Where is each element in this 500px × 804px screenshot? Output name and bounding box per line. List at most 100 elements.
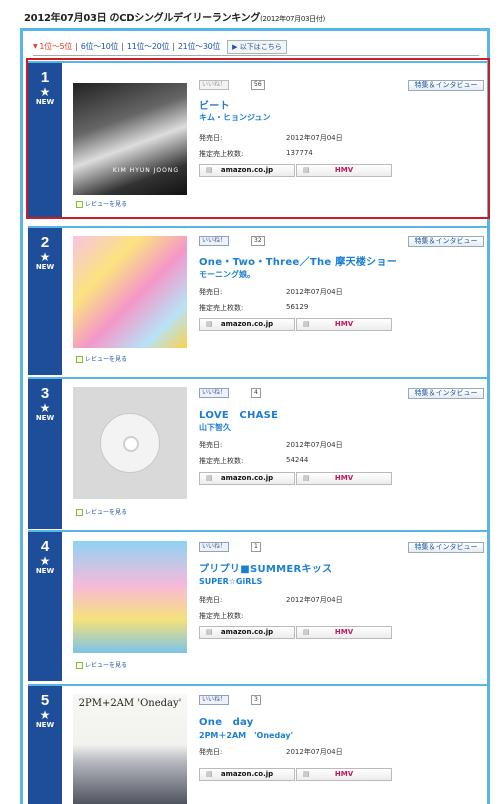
song-title-link[interactable]: LOVE CHASE [199, 406, 278, 421]
release-date-value: 2012年07月04日 [286, 441, 343, 449]
rank-number: 5 [40, 692, 50, 709]
amazon-button[interactable]: ▤ amazon.co.jp [199, 626, 295, 639]
rank-range-tabs: 1位～5位 | 6位～10位 | 11位～20位 | 21位～30位 ▶ 以下は… [33, 38, 479, 56]
shop-icon: ▤ [303, 770, 310, 778]
amazon-button[interactable]: ▤ amazon.co.jp [199, 768, 295, 781]
hmv-label: HMV [334, 474, 354, 482]
album-cover[interactable]: 2PM+2AM 'Oneday' [73, 694, 187, 804]
feature-interview-button[interactable]: 特集＆インタビュー [408, 388, 484, 399]
shop-icon: ▤ [206, 320, 213, 328]
amazon-button[interactable]: ▤ amazon.co.jp [199, 318, 295, 331]
star-icon: ★ [39, 708, 51, 722]
hmv-label: HMV [334, 770, 354, 778]
song-title-link[interactable]: プリプリ■SUMMERキッス [199, 560, 332, 575]
tab-rank-6-10[interactable]: 6位～10位 [81, 41, 119, 52]
shop-icon: ▤ [303, 474, 310, 482]
hmv-button[interactable]: ▤ HMV [296, 318, 392, 331]
feature-interview-button[interactable]: 特集＆インタビュー [408, 80, 484, 91]
review-link[interactable]: レビューを見る [76, 199, 127, 208]
artist-link[interactable]: SUPER☆GiRLS [199, 577, 262, 586]
rank-number: 1 [40, 69, 50, 86]
amazon-label: amazon.co.jp [220, 474, 274, 482]
song-title-link[interactable]: One day [199, 713, 254, 728]
feature-interview-button[interactable]: 特集＆インタビュー [408, 236, 484, 247]
feature-interview-button[interactable]: 特集＆インタビュー [408, 542, 484, 553]
song-title-link[interactable]: ビート [199, 97, 230, 112]
review-icon [76, 356, 83, 363]
amazon-button[interactable]: ▤ amazon.co.jp [199, 164, 295, 177]
tab-separator: | [121, 42, 124, 51]
rank-number: 4 [40, 538, 50, 555]
review-label: レビューを見る [85, 201, 128, 208]
star-icon: ★ [39, 401, 51, 415]
ranking-entry: 1 ★ NEW KIM HYUN JOONG いいね！ 56 特集＆インタビュー… [28, 61, 488, 217]
artist-link[interactable]: 山下智久 [199, 422, 231, 433]
release-date-label: 発売日: [199, 441, 223, 449]
rank-badge: 4 ★ NEW [28, 532, 62, 681]
page-title-text: 2012年07月03日 のCDシングルデイリーランキング [24, 13, 261, 24]
amazon-label: amazon.co.jp [220, 770, 274, 778]
artist-link[interactable]: 2PM＋2AM 'Oneday' [199, 730, 293, 741]
new-badge: NEW [35, 98, 55, 106]
rank-badge: 3 ★ NEW [28, 379, 62, 529]
ranking-entry: 5 ★ NEW 2PM+2AM 'Oneday' いいね！ 3 One day … [28, 684, 488, 804]
like-button[interactable]: いいね！ [199, 695, 230, 705]
release-date-value: 2012年07月04日 [286, 748, 343, 756]
like-count: 1 [251, 542, 261, 552]
hmv-label: HMV [334, 628, 354, 636]
album-cover[interactable] [73, 236, 187, 348]
release-date-label: 発売日: [199, 596, 223, 604]
review-link[interactable]: レビューを見る [76, 354, 127, 363]
artist-link[interactable]: キム・ヒョンジュン [199, 112, 270, 123]
release-date-value: 2012年07月04日 [286, 288, 343, 296]
sales-label: 推定売上枚数: [199, 150, 244, 158]
release-date-label: 発売日: [199, 288, 223, 296]
rank-number: 3 [40, 385, 50, 402]
review-label: レビューを見る [85, 509, 128, 516]
hmv-button[interactable]: ▤ HMV [296, 626, 392, 639]
hmv-button[interactable]: ▤ HMV [296, 164, 392, 177]
amazon-button[interactable]: ▤ amazon.co.jp [199, 472, 295, 485]
tab-rank-11-20[interactable]: 11位～20位 [127, 41, 170, 52]
cd-placeholder-icon [100, 413, 160, 473]
rank-number: 2 [40, 234, 50, 251]
review-label: レビューを見る [85, 662, 128, 669]
album-cover[interactable] [73, 387, 187, 499]
cover-text: 2PM+2AM 'Oneday' [78, 698, 182, 709]
star-icon: ★ [39, 85, 51, 99]
hmv-button[interactable]: ▤ HMV [296, 768, 392, 781]
like-count: 32 [251, 236, 265, 246]
tab-separator: | [172, 42, 175, 51]
amazon-label: amazon.co.jp [220, 320, 274, 328]
tab-rank-21-30[interactable]: 21位～30位 [178, 41, 221, 52]
like-button[interactable]: いいね！ [199, 388, 230, 398]
next-page-button[interactable]: ▶ 以下はこちら [227, 39, 287, 54]
ranking-entry: 2 ★ NEW いいね！ 32 特集＆インタビュー One・Two・Three／… [28, 226, 488, 375]
rank-badge: 1 ★ NEW [28, 63, 62, 217]
sales-value: 137774 [286, 149, 313, 157]
release-date-label: 発売日: [199, 748, 223, 756]
like-button[interactable]: いいね！ [199, 80, 230, 90]
like-button[interactable]: いいね！ [199, 236, 230, 246]
new-badge: NEW [35, 721, 55, 729]
release-date-label: 発売日: [199, 134, 223, 142]
shop-icon: ▤ [303, 166, 310, 174]
artist-link[interactable]: モーニング娘。 [199, 269, 255, 280]
shop-icon: ▤ [206, 770, 213, 778]
review-link[interactable]: レビューを見る [76, 507, 127, 516]
ranking-entry: 3 ★ NEW いいね！ 4 特集＆インタビュー LOVE CHASE 山下智久… [28, 377, 488, 529]
album-cover[interactable]: KIM HYUN JOONG [73, 83, 187, 195]
tab-rank-1-5[interactable]: 1位～5位 [33, 41, 72, 52]
album-cover[interactable] [73, 541, 187, 653]
new-badge: NEW [35, 263, 55, 271]
ranking-panel: 1位～5位 | 6位～10位 | 11位～20位 | 21位～30位 ▶ 以下は… [20, 28, 490, 804]
sales-value: 54244 [286, 456, 309, 464]
sales-value: 56129 [286, 303, 309, 311]
new-badge: NEW [35, 414, 55, 422]
song-title-link[interactable]: One・Two・Three／The 摩天楼ショー [199, 253, 397, 268]
hmv-label: HMV [334, 166, 354, 174]
rank-badge: 2 ★ NEW [28, 228, 62, 375]
like-button[interactable]: いいね！ [199, 542, 230, 552]
review-link[interactable]: レビューを見る [76, 660, 127, 669]
hmv-button[interactable]: ▤ HMV [296, 472, 392, 485]
